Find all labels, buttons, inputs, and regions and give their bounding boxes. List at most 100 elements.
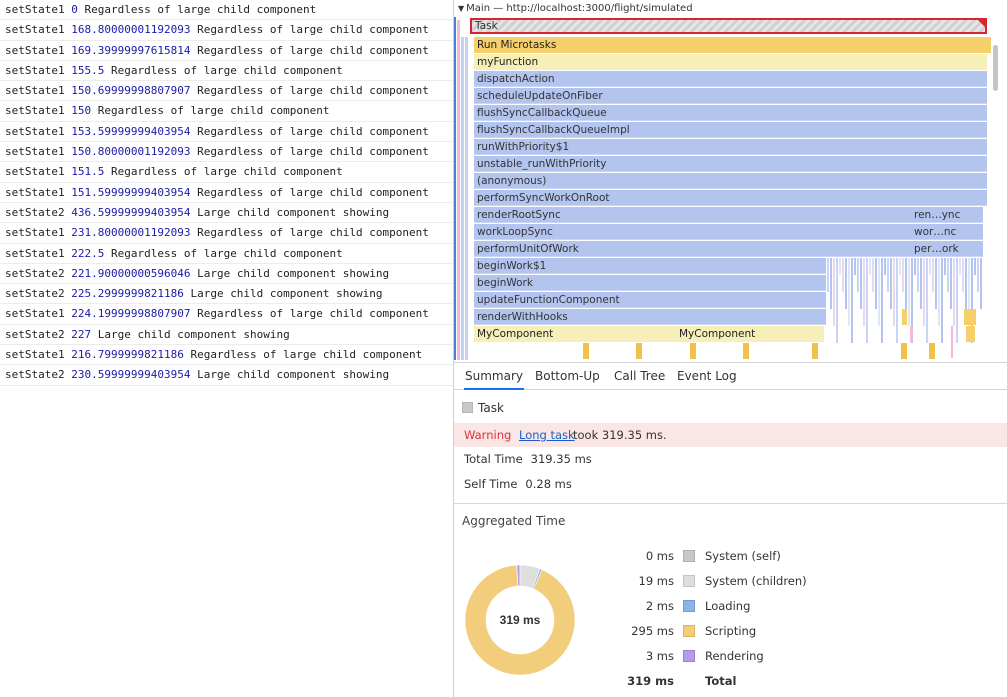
warning-label: Warning [464,428,512,442]
anonymous-bar[interactable]: (anonymous) [474,173,987,189]
flame-fragment [878,258,880,326]
performsyncworkonroot-bar[interactable]: performSyncWorkOnRoot [474,190,987,206]
console-log-row: setState1 151.59999999403954 Regardless … [0,183,453,203]
flame-fragment [980,258,982,309]
main-track-header[interactable]: ▼ Main — http://localhost:3000/flight/sim… [458,3,693,17]
legend-ms: 3 ms [645,649,674,663]
flame-fragment [932,258,934,292]
log-function: setState1 [5,246,65,260]
log-number: 222.5 [71,246,105,260]
task-bar[interactable]: Task [470,18,987,34]
beginwork-bar[interactable]: beginWork [474,275,826,291]
dispatchaction-bar[interactable]: dispatchAction [474,71,987,87]
runwithpriority-bar[interactable]: runWithPriority$1 [474,139,987,155]
log-message: Regardless of large child component [197,226,429,240]
task-color-swatch [462,402,473,413]
scheduleupdateonfiber-bar[interactable]: scheduleUpdateOnFiber [474,88,987,104]
beginwork1-bar[interactable]: beginWork$1 [474,258,826,274]
main-track-title: Main — http://localhost:3000/flight/simu… [466,3,693,14]
unstable-runwithpriority-bar[interactable]: unstable_runWithPriority [474,156,987,172]
log-number: 150.80000001192093 [71,145,191,159]
flame-leaf [910,326,913,342]
flame-scrollbar[interactable] [993,45,998,91]
console-log-row: setState1 150.69999998807907 Regardless … [0,81,453,102]
side-call-bar[interactable]: ren…ync [911,207,983,223]
flame-fragment [887,258,889,292]
log-number: 221.90000000596046 [71,266,191,280]
flame-leaf [951,326,953,358]
log-function: setState1 [5,185,65,199]
tab-call-tree[interactable]: Call Tree [613,363,666,390]
console-log-row: setState2 436.59999999403954 Large child… [0,203,453,224]
long-task-link[interactable]: Long task [519,423,575,447]
flame-fragment [836,258,838,343]
flame-fragment [905,258,907,309]
flame-fragment [881,258,883,343]
console-log-row: setState2 230.59999999403954 Large child… [0,365,453,386]
flame-leaf [964,309,976,325]
expand-triangle-icon[interactable]: ▼ [458,4,464,13]
log-number: 0 [71,3,78,16]
log-number: 155.5 [71,63,105,77]
log-message: Large child component showing [197,266,390,280]
log-number: 150 [71,104,92,118]
flame-fragment [872,258,874,292]
log-number: 224.19999998807907 [71,307,191,321]
flame-chart[interactable]: ▼ Main — http://localhost:3000/flight/sim… [454,0,1007,362]
legend-label: Loading [705,599,751,613]
flame-fragment [977,258,979,292]
tab-bottom-up[interactable]: Bottom-Up [534,363,601,390]
long-task-corner-icon [978,20,985,27]
flame-tick [636,343,642,359]
flushsynccallbackqueue-bar[interactable]: flushSyncCallbackQueue [474,105,987,121]
legend-label: System (self) [705,549,781,563]
flame-fragment [863,258,865,326]
total-time-row: Total Time 319.35 ms [464,451,592,467]
flame-fragment [896,258,898,343]
log-message: Regardless of large child component [97,104,330,118]
run-microtasks-bar[interactable]: Run Microtasks [474,37,991,53]
flame-fragment [866,258,868,343]
workloopsync-bar[interactable]: workLoopSync [474,224,911,240]
side-call-bar[interactable]: per…ork [911,241,983,257]
console-log-row: setState1 224.19999998807907 Regardless … [0,304,453,325]
flame-fragment [917,258,919,292]
log-number: 216.7999999821186 [71,348,184,362]
log-function: setState1 [5,3,65,16]
log-function: setState2 [5,368,65,382]
performance-panel: ▼ Main — http://localhost:3000/flight/sim… [454,0,1007,697]
console-log-row: setState1 168.80000001192093 Regardless … [0,20,453,41]
mycomponent-bar[interactable]: MyComponent MyComponent [474,326,824,342]
legend-ms: 295 ms [631,624,674,638]
self-time-label: Self Time [464,477,518,491]
legend-ms: 2 ms [645,599,674,613]
side-call-bar[interactable]: wor…nc [911,224,983,240]
tab-summary[interactable]: Summary [464,363,524,390]
warning-text: took 319.35 ms. [573,428,667,442]
flame-leaf [902,309,907,325]
renderwithhooks-bar[interactable]: renderWithHooks [474,309,826,325]
performunitofwork-bar[interactable]: performUnitOfWork [474,241,911,257]
log-function: setState1 [5,145,65,159]
log-function: setState1 [5,104,65,118]
flame-fragment [845,258,847,309]
console-log-row: setState2 227 Large child component show… [0,325,453,346]
log-function: setState1 [5,84,65,98]
tab-event-log[interactable]: Event Log [676,363,738,390]
log-number: 231.80000001192093 [71,226,191,240]
total-time-value: 319.35 ms [530,452,592,466]
flame-fragment [869,258,871,275]
legend-label: Rendering [705,649,764,663]
myfunction-bar[interactable]: myFunction [474,54,987,70]
log-function: setState2 [5,266,65,280]
flame-fragment [893,258,895,326]
aggregated-time-title: Aggregated Time [462,514,566,528]
log-number: 168.80000001192093 [71,23,191,37]
flushsynccallbackqueueimpl-bar[interactable]: flushSyncCallbackQueueImpl [474,122,987,138]
updatefunctioncomponent-bar[interactable]: updateFunctionComponent [474,292,826,308]
legend-total-ms: 319 ms [627,674,674,688]
renderrootsync-bar[interactable]: renderRootSync [474,207,911,223]
flame-tick [929,343,935,359]
flame-tick [743,343,749,359]
flame-fragment [941,258,943,343]
